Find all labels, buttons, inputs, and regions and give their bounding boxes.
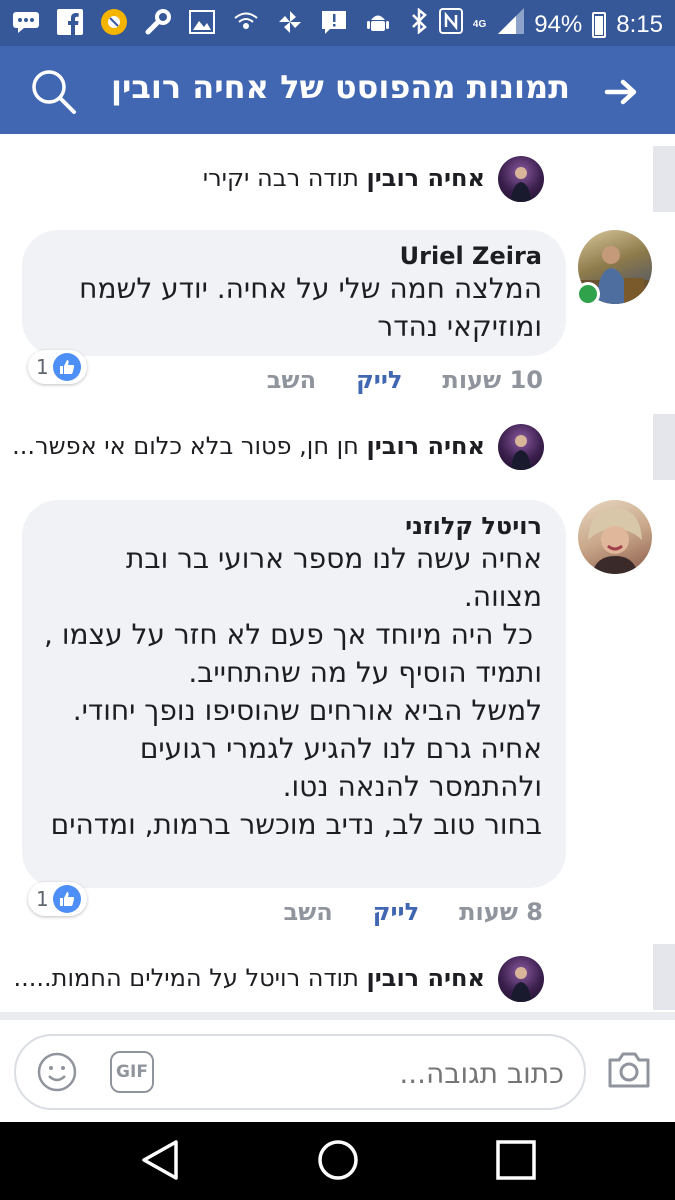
comment-input[interactable] xyxy=(262,1056,566,1091)
gif-button[interactable]: GIF xyxy=(110,1051,154,1093)
image-icon xyxy=(188,8,216,36)
comments-list[interactable]: אחיה רובין תודה רבה יקירי Uriel Zeira המ… xyxy=(0,134,675,1014)
reply-row: אחיה רובין תודה רבה יקירי xyxy=(203,164,485,192)
scroll-indicator xyxy=(653,146,675,212)
comment-actions: 8 שעות לייק השב xyxy=(283,898,543,926)
reply-row: אחיה רובין חן חן, פטור בלא כלום אי אפשר.… xyxy=(12,432,485,460)
notification-icons xyxy=(12,8,392,36)
search-button[interactable] xyxy=(30,68,78,116)
system-nav-bar xyxy=(0,1122,675,1200)
avatar[interactable] xyxy=(498,424,544,470)
comment-body: המלצה חמה שלי על אחיה. יודע לשמח ומוזיקא… xyxy=(79,272,542,343)
back-icon xyxy=(142,1140,178,1180)
wrench-icon xyxy=(144,8,172,36)
android-icon xyxy=(364,8,392,36)
comment-composer: GIF xyxy=(0,1020,675,1122)
app-bar: תמונות מהפוסט של אחיה רובין xyxy=(0,46,675,134)
comment-author[interactable]: רויטל קלוזני xyxy=(40,512,542,540)
search-icon xyxy=(32,70,76,114)
battery-icon xyxy=(592,11,607,38)
reaction-count[interactable]: 1 xyxy=(28,882,87,916)
status-right: 4G 94% 8:15 xyxy=(409,7,663,41)
comment-time: 10 שעות xyxy=(442,366,543,394)
message-icon xyxy=(12,8,40,36)
chrome-icon xyxy=(100,8,128,36)
like-button[interactable]: לייק xyxy=(356,366,402,394)
status-bar: 4G 94% 8:15 xyxy=(0,0,675,46)
comment-body: אחיה עשה לנו מספר ארועי בר ובת מצווה. כל… xyxy=(44,542,542,841)
nav-back-button[interactable] xyxy=(138,1138,182,1186)
thumbs-up-icon xyxy=(52,885,81,913)
nfc-icon xyxy=(438,8,463,41)
comment-bubble[interactable]: Uriel Zeira המלצה חמה שלי על אחיה. יודע … xyxy=(22,230,566,356)
home-icon xyxy=(318,1140,358,1180)
nav-home-button[interactable] xyxy=(316,1138,360,1186)
arrow-right-icon xyxy=(604,79,637,105)
reply-row: אחיה רובין תודה רויטל על המילים החמות...… xyxy=(14,964,485,992)
camera-button[interactable] xyxy=(606,1050,652,1094)
comment-time: 8 שעות xyxy=(459,898,543,926)
facebook-icon xyxy=(56,8,84,36)
wifi-icon xyxy=(232,8,260,36)
nav-recents-button[interactable] xyxy=(494,1138,538,1186)
comment-actions: 10 שעות לייק השב xyxy=(267,366,543,394)
camera-icon xyxy=(608,1052,650,1088)
page-title: תמונות מהפוסט של אחיה רובין xyxy=(110,68,570,106)
recents-icon xyxy=(496,1140,536,1180)
comment-author[interactable]: Uriel Zeira xyxy=(46,242,542,270)
avatar[interactable] xyxy=(498,956,544,1002)
back-button[interactable] xyxy=(603,74,639,110)
like-button[interactable]: לייק xyxy=(373,898,419,926)
reply-button[interactable]: השב xyxy=(283,898,332,926)
bluetooth-icon xyxy=(409,7,429,41)
reply-text: תודה רבה יקירי xyxy=(202,164,359,192)
reaction-count[interactable]: 1 xyxy=(28,350,87,384)
reply-author[interactable]: אחיה רובין xyxy=(367,432,486,460)
reply-text: תודה רויטל על המילים החמות..... xyxy=(13,964,359,992)
alert-icon xyxy=(320,8,348,36)
pinwheel-icon xyxy=(276,8,304,36)
scroll-indicator xyxy=(653,414,675,480)
scroll-indicator xyxy=(653,944,675,1010)
signal-icon xyxy=(496,8,525,41)
reply-author[interactable]: אחיה רובין xyxy=(367,164,486,192)
smiley-icon xyxy=(37,1052,77,1092)
reply-author[interactable]: אחיה רובין xyxy=(367,964,486,992)
clock: 8:15 xyxy=(616,10,663,38)
reaction-count-value: 1 xyxy=(36,355,49,379)
comment-input-box[interactable]: GIF xyxy=(14,1034,586,1110)
avatar[interactable] xyxy=(578,500,652,574)
reply-text: חן חן, פטור בלא כלום אי אפשר... xyxy=(12,432,359,460)
reply-button[interactable]: השב xyxy=(267,366,316,394)
emoji-button[interactable] xyxy=(36,1051,78,1097)
network-type: 4G xyxy=(472,18,487,30)
thumbs-up-icon xyxy=(52,353,81,381)
comment-bubble[interactable]: רויטל קלוזני אחיה עשה לנו מספר ארועי בר … xyxy=(22,500,566,888)
avatar[interactable] xyxy=(498,156,544,202)
divider xyxy=(0,1012,675,1020)
reaction-count-value: 1 xyxy=(36,887,49,911)
online-indicator xyxy=(576,282,600,306)
battery-percent: 94% xyxy=(534,10,583,38)
